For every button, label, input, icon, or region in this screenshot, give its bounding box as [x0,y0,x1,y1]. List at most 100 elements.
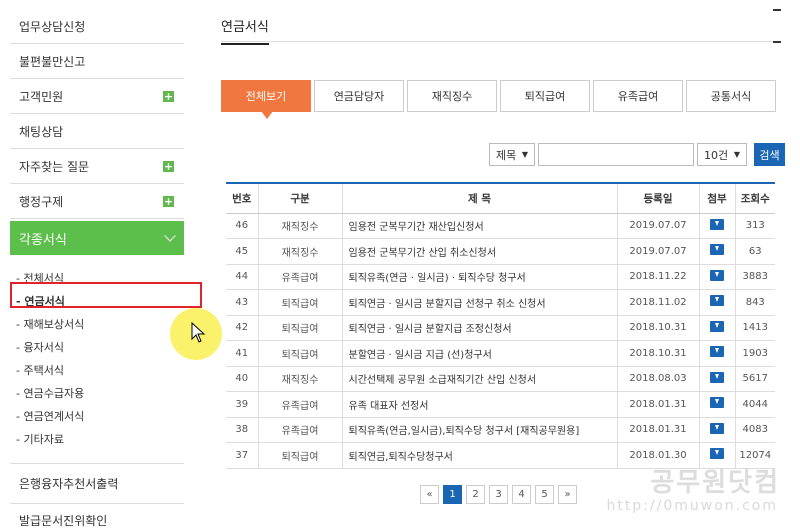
download-icon[interactable] [710,320,724,332]
search-button[interactable]: 검색 [754,143,785,166]
row-number: 38 [226,417,259,443]
row-title[interactable]: 퇴직연금 · 일시금 분할지급 선청구 취소 신청서 [342,289,618,316]
submenu-item-linkage[interactable]: - 연금연계서식 [14,405,184,428]
row-title[interactable]: 임용전 군복무기간 재산입신청서 [342,213,618,239]
row-views: 4083 [735,417,775,443]
row-category: 재직징수 [258,238,343,265]
prev-page-button[interactable]: « [420,485,439,504]
submenu-item-loan[interactable]: - 융자서식 [14,336,184,359]
table-row[interactable]: 46 재직징수 임용전 군복무기간 재산입신청서 2019.07.07 313 [226,213,775,239]
table-row[interactable]: 43 퇴직급여 퇴직연금 · 일시금 분할지급 선청구 취소 신청서 2018.11.… [226,289,775,316]
row-category: 퇴직급여 [258,315,343,341]
row-number: 37 [226,442,259,469]
sidebar-item-relief[interactable]: 행정구제 + [10,184,184,219]
plus-icon[interactable]: + [163,90,174,102]
table-row[interactable]: 40 재직징수 시간선택제 공무원 소급재직기간 산입 신청서 2018.08.03 5… [226,366,775,392]
cursor-arrow-icon [191,322,206,343]
sidebar-item-consult[interactable]: 업무상담신청 [10,0,184,44]
page-button[interactable]: 4 [512,485,531,504]
tab-officer[interactable]: 연금담당자 [314,80,404,112]
download-icon[interactable] [710,371,724,383]
row-title[interactable]: 퇴직연금,퇴직수당청구서 [342,442,618,469]
download-icon[interactable] [710,397,724,409]
sidebar-item-complaint[interactable]: 불편불만신고 [10,44,184,79]
download-icon[interactable] [710,448,724,460]
table-row[interactable]: 45 재직징수 임용전 군복무기간 산입 취소신청서 2019.07.07 63 [226,238,775,265]
row-category: 퇴직급여 [258,289,343,316]
download-icon[interactable] [710,295,724,307]
row-attachment [699,366,736,392]
table-row[interactable]: 41 퇴직급여 분할연금 · 일시금 지급 (선)청구서 2018.10.31 1903 [226,340,775,367]
row-views: 843 [735,289,775,316]
row-number: 46 [226,213,259,239]
row-date: 2018.11.02 [617,289,700,316]
row-attachment [699,315,736,341]
submenu-item-other[interactable]: - 기타자료 [14,428,184,451]
row-title[interactable]: 유족 대표자 선정서 [342,391,618,418]
table-row[interactable]: 42 퇴직급여 퇴직연금 · 일시금 분할지급 조정신청서 2018.10.31 141… [226,315,775,341]
row-date: 2018.11.22 [617,264,700,290]
row-attachment [699,238,736,265]
submenu-item-housing[interactable]: - 주택서식 [14,359,184,382]
row-date: 2018.01.31 [617,417,700,443]
row-views: 5617 [735,366,775,392]
col-header-title: 제 목 [342,183,618,214]
table-row[interactable]: 44 유족급여 퇴직유족(연금 · 일시금) · 퇴직수당 청구서 2018.11.2… [226,264,775,290]
table-row[interactable]: 39 유족급여 유족 대표자 선정서 2018.01.31 4044 [226,391,775,418]
submenu-item-recipient[interactable]: - 연금수급자용 [14,382,184,405]
row-title[interactable]: 퇴직유족(연금,일시금),퇴직수당 청구서 [재직공무원용] [342,417,618,443]
chevron-down-icon [164,230,176,242]
download-icon[interactable] [710,422,724,434]
plus-icon[interactable]: + [163,160,174,172]
row-number: 41 [226,340,259,367]
submenu-item-accident[interactable]: - 재해보상서식 [14,313,184,336]
download-icon[interactable] [710,269,724,281]
row-views: 3883 [735,264,775,290]
col-header-views: 조회수 [735,183,775,214]
tab-collection[interactable]: 재직징수 [407,80,497,112]
sidebar-item-verify[interactable]: 발급문서진위확인 [10,504,184,528]
sidebar-item-chat[interactable]: 채팅상담 [10,114,184,149]
download-icon[interactable] [710,346,724,358]
sidebar-item-faq[interactable]: 자주찾는 질문 + [10,149,184,184]
page-button[interactable]: 1 [443,485,462,504]
sidebar: 업무상담신청 불편불만신고 고객민원 + 채팅상담 자주찾는 질문 + 행정구제 + … [10,0,184,528]
pagination: « 1 2 3 4 5 » [420,485,577,504]
tab-common[interactable]: 공통서식 [686,80,776,112]
tab-all[interactable]: 전체보기 [221,80,311,119]
tab-retirement[interactable]: 퇴직급여 [500,80,590,112]
row-number: 39 [226,391,259,418]
row-views: 1413 [735,315,775,341]
row-date: 2019.07.07 [617,238,700,265]
row-attachment [699,264,736,290]
row-date: 2018.10.31 [617,340,700,367]
page-button[interactable]: 3 [489,485,508,504]
row-date: 2019.07.07 [617,213,700,239]
sidebar-item-civil[interactable]: 고객민원 + [10,79,184,114]
download-icon[interactable] [710,218,724,230]
tab-survivor[interactable]: 유족급여 [593,80,683,112]
sidebar-item-bank-loan[interactable]: 은행융자추천서출력 [10,464,184,504]
search-input[interactable] [538,143,694,166]
row-category: 유족급여 [258,391,343,418]
page-button[interactable]: 5 [535,485,554,504]
row-title[interactable]: 퇴직연금 · 일시금 분할지급 조정신청서 [342,315,618,341]
title-divider [221,41,780,42]
row-title[interactable]: 퇴직유족(연금 · 일시금) · 퇴직수당 청구서 [342,264,618,290]
download-icon[interactable] [710,244,724,256]
row-title[interactable]: 시간선택제 공무원 소급재직기간 산입 신청서 [342,366,618,392]
category-tabs: 전체보기 연금담당자 재직징수 퇴직급여 유족급여 공통서식 [221,80,776,119]
page-button[interactable]: 2 [466,485,485,504]
caret-down-icon: ▼ [733,150,740,159]
search-type-select[interactable]: 제목 ▼ [489,143,535,166]
col-header-attach: 첨부 [699,183,736,214]
row-number: 44 [226,264,259,290]
plus-icon[interactable]: + [163,195,174,207]
table-row[interactable]: 38 유족급여 퇴직유족(연금,일시금),퇴직수당 청구서 [재직공무원용] 2018… [226,417,775,443]
next-page-button[interactable]: » [558,485,577,504]
sidebar-item-forms[interactable]: 각종서식 [10,221,184,255]
page-size-select[interactable]: 10건 ▼ [697,143,747,166]
row-title[interactable]: 분할연금 · 일시금 지급 (선)청구서 [342,340,618,367]
row-category: 재직징수 [258,213,343,239]
row-title[interactable]: 임용전 군복무기간 산입 취소신청서 [342,238,618,265]
